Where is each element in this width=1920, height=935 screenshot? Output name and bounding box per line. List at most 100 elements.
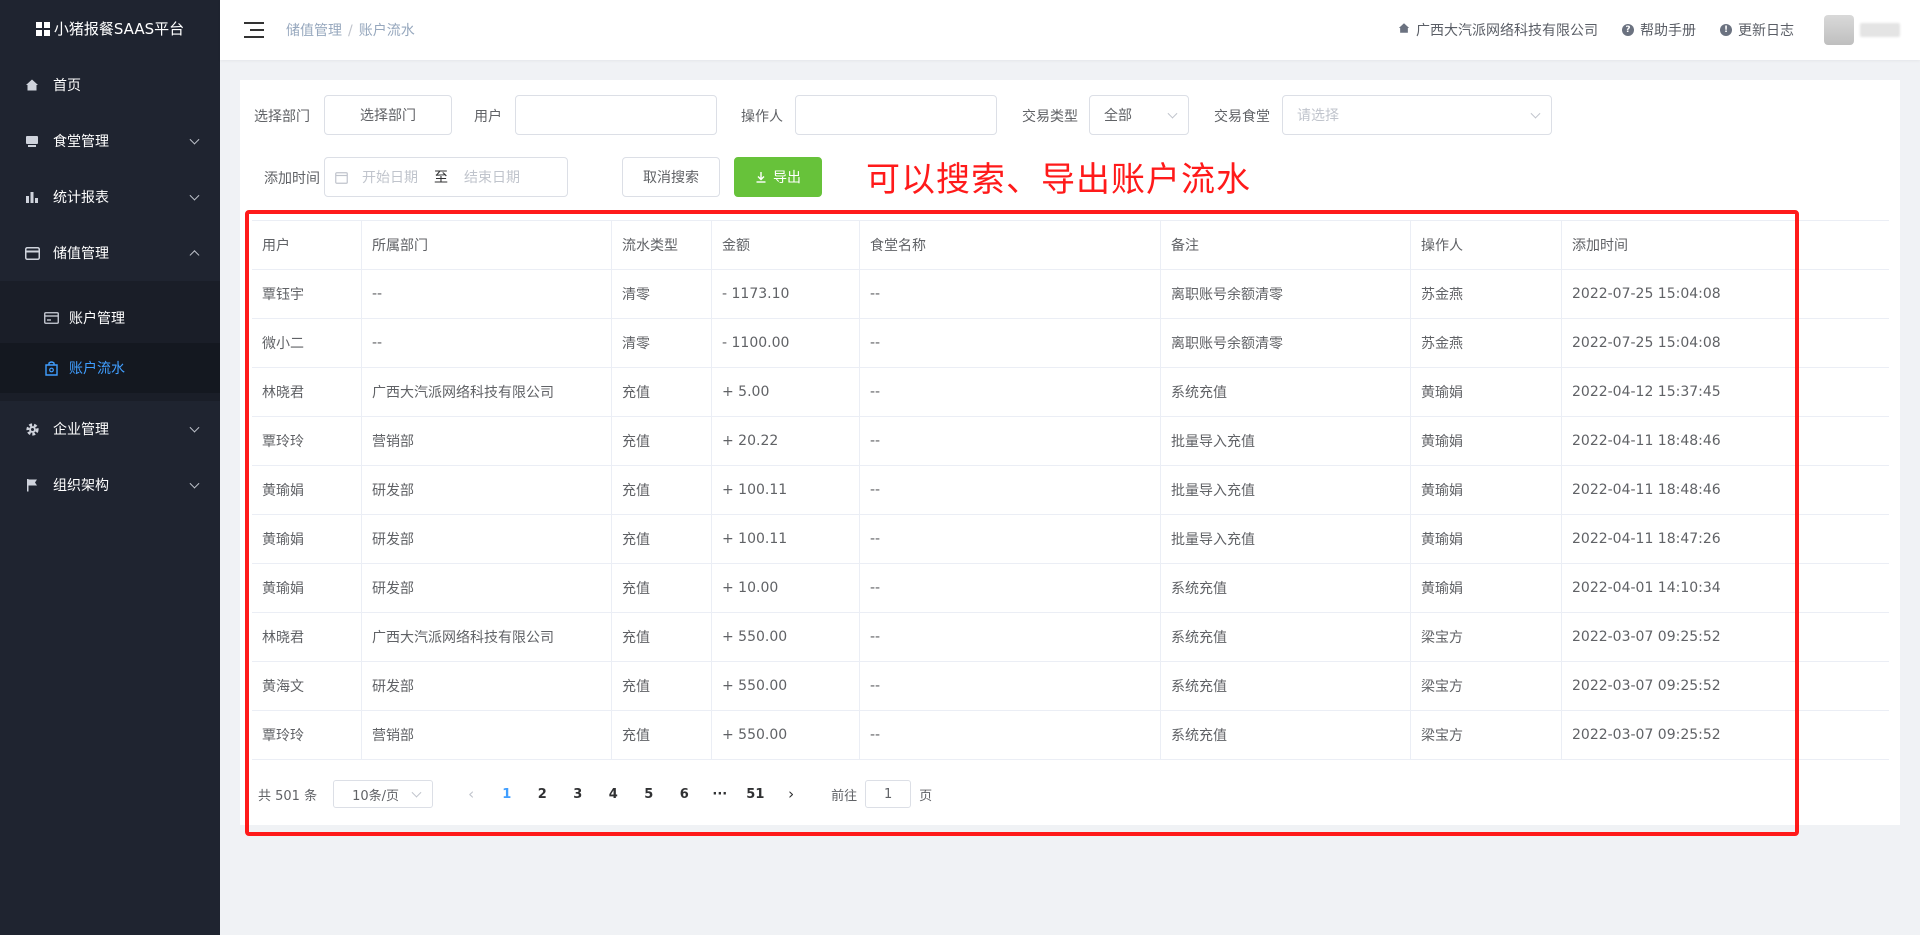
table-cell: 黄瑜娟 xyxy=(252,564,362,612)
operator-input[interactable] xyxy=(795,95,997,135)
sidebar-item-home[interactable]: 首页 xyxy=(0,57,220,113)
column-header: 操作人 xyxy=(1411,221,1562,269)
table-cell: 研发部 xyxy=(362,515,612,563)
chevron-down-icon xyxy=(189,422,200,433)
help-link[interactable]: ? 帮助手册 xyxy=(1622,20,1696,40)
user-menu[interactable] xyxy=(1818,15,1900,45)
gear-icon xyxy=(24,421,40,437)
dept-select-button[interactable]: 选择部门 xyxy=(324,95,452,135)
table-cell: 2022-04-12 15:37:45 xyxy=(1572,384,1721,400)
page-number[interactable]: 3 xyxy=(560,787,596,802)
export-label: 导出 xyxy=(773,170,801,186)
page-number[interactable]: 2 xyxy=(525,787,561,802)
card-icon xyxy=(24,245,40,261)
page-number[interactable]: 6 xyxy=(667,787,703,802)
table-row: 黄瑜娟 研发部 充值 + 100.11 -- 批量导入充值 黄瑜娟 2022-0… xyxy=(252,515,1889,564)
end-date-placeholder: 结束日期 xyxy=(464,170,520,186)
chevron-down-icon xyxy=(1167,108,1178,119)
table-cell: 2022-03-07 09:25:52 xyxy=(1572,727,1721,743)
table-cell: 林晓君 xyxy=(252,613,362,661)
sidebar-item-label: 首页 xyxy=(53,78,81,94)
table-cell: -- xyxy=(860,564,1161,612)
table-row: 黄海文 研发部 充值 + 550.00 -- 系统充值 梁宝方 2022-03-… xyxy=(252,662,1889,711)
table-cell: 充值 xyxy=(612,368,712,416)
flag-icon xyxy=(24,477,40,493)
table-row: 黄瑜娟 研发部 充值 + 10.00 -- 系统充值 黄瑜娟 2022-04-0… xyxy=(252,564,1889,613)
table-cell: 2022-03-07 09:25:52 xyxy=(1572,678,1721,694)
table-cell: 林晓君 xyxy=(252,368,362,416)
breadcrumb-item[interactable]: 储值管理 xyxy=(286,23,342,39)
bar-chart-icon xyxy=(24,189,40,205)
goto-page: 前往 1 页 xyxy=(831,780,932,808)
table-cell: 覃玲玲 xyxy=(252,417,362,465)
chevron-up-icon xyxy=(189,250,200,261)
page-number[interactable]: 4 xyxy=(596,787,632,802)
table-row: 覃钰宇 -- 清零 - 1173.10 -- 离职账号余额清零 苏金燕 2022… xyxy=(252,270,1889,319)
table-cell: 充值 xyxy=(612,711,712,759)
sidebar-item-label: 食堂管理 xyxy=(53,134,109,150)
table-cell: -- xyxy=(860,417,1161,465)
table-cell: 批量导入充值 xyxy=(1161,417,1411,465)
goto-prefix: 前往 xyxy=(831,788,858,804)
export-button[interactable]: 导出 xyxy=(734,157,822,197)
range-separator: 至 xyxy=(434,170,448,186)
page-number[interactable]: 1 xyxy=(489,787,525,802)
table-cell: -- xyxy=(860,368,1161,416)
sidebar-item-reports[interactable]: 统计报表 xyxy=(0,169,220,225)
table-cell: 2022-04-01 14:10:34 xyxy=(1572,580,1721,596)
flow-table: 用户 所属部门 流水类型 金额 食堂名称 备注 操作人 添加时间 覃钰宇 -- … xyxy=(252,220,1889,760)
canteen-label: 交易食堂 xyxy=(1214,109,1270,125)
breadcrumb: 储值管理 / 账户流水 xyxy=(286,20,415,40)
goto-page-input[interactable]: 1 xyxy=(865,780,912,808)
sidebar-item-canteen[interactable]: 食堂管理 xyxy=(0,113,220,169)
sidebar-item-enterprise[interactable]: 企业管理 xyxy=(0,401,220,457)
table-cell: 批量导入充值 xyxy=(1161,515,1411,563)
table-row: 覃玲玲 营销部 充值 + 20.22 -- 批量导入充值 黄瑜娟 2022-04… xyxy=(252,417,1889,466)
sidebar-subitem-account-management[interactable]: 账户管理 xyxy=(0,293,220,343)
chevron-down-icon xyxy=(189,190,200,201)
sidebar-subitem-label: 账户流水 xyxy=(69,361,125,377)
canteen-placeholder: 请选择 xyxy=(1297,108,1339,124)
canteen-select[interactable]: 请选择 xyxy=(1282,95,1552,135)
page-size-select[interactable]: 10条/页 xyxy=(333,780,434,808)
table-cell: -- xyxy=(860,662,1161,710)
column-header: 备注 xyxy=(1161,221,1411,269)
table-row: 微小二 -- 清零 - 1100.00 -- 离职账号余额清零 苏金燕 2022… xyxy=(252,319,1889,368)
table-cell: 梁宝方 xyxy=(1411,662,1562,710)
date-range-picker[interactable]: 开始日期 至 结束日期 xyxy=(324,157,568,197)
table-cell: + 20.22 xyxy=(712,417,860,465)
page-number[interactable]: 5 xyxy=(631,787,667,802)
table-cell: + 100.11 xyxy=(712,515,860,563)
sidebar-item-organization[interactable]: 组织架构 xyxy=(0,457,220,513)
table-cell: 广西大汽派网络科技有限公司 xyxy=(362,613,612,661)
table-cell: 覃玲玲 xyxy=(252,711,362,759)
breadcrumb-item-current: 账户流水 xyxy=(358,23,415,39)
table-cell: + 550.00 xyxy=(712,711,860,759)
more-pages[interactable]: ··· xyxy=(702,787,738,802)
sidebar-item-stored-value[interactable]: 储值管理 xyxy=(0,225,220,281)
chevron-down-icon xyxy=(189,134,200,145)
menu-toggle-icon[interactable] xyxy=(244,22,264,38)
column-header: 流水类型 xyxy=(612,221,712,269)
table-cell: -- xyxy=(362,270,612,318)
table-cell: + 550.00 xyxy=(712,613,860,661)
table-cell: -- xyxy=(860,270,1161,318)
table-cell: 系统充值 xyxy=(1161,368,1411,416)
table-header-row: 用户 所属部门 流水类型 金额 食堂名称 备注 操作人 添加时间 xyxy=(252,221,1889,270)
trade-type-select[interactable]: 全部 xyxy=(1089,95,1189,135)
page-number[interactable]: 51 xyxy=(738,787,774,802)
company-link[interactable]: 广西大汽派网络科技有限公司 xyxy=(1398,20,1598,40)
changelog-link[interactable]: ! 更新日志 xyxy=(1720,20,1794,40)
table-cell: 系统充值 xyxy=(1161,613,1411,661)
cancel-search-button[interactable]: 取消搜索 xyxy=(622,157,720,197)
user-input[interactable] xyxy=(515,95,717,135)
prev-page-icon[interactable]: ‹ xyxy=(453,785,489,803)
table-cell: 系统充值 xyxy=(1161,662,1411,710)
sidebar-subitem-account-flow[interactable]: 账户流水 xyxy=(0,343,220,393)
table-cell: - 1100.00 xyxy=(712,319,860,367)
table-cell: 覃钰宇 xyxy=(252,270,362,318)
chevron-down-icon xyxy=(189,478,200,489)
table-cell: 充值 xyxy=(612,564,712,612)
next-page-icon[interactable]: › xyxy=(773,785,809,803)
pagination: 共 501 条 10条/页 ‹ 1 2 3 4 5 6 ··· 51 › 前往 … xyxy=(258,780,932,808)
